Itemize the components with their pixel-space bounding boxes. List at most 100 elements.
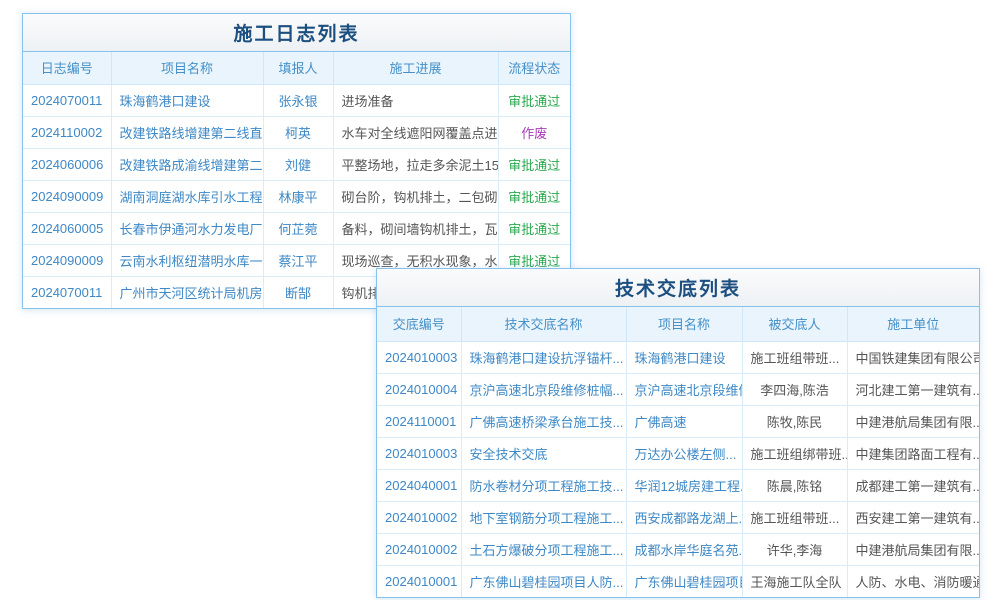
unit-cell: 中建港航局集团有限... (847, 405, 979, 437)
receiver-cell: 李四海,陈浩 (742, 373, 847, 405)
progress-cell: 进场准备 (333, 84, 498, 116)
reporter-cell: 林康平 (263, 180, 333, 212)
log-id-cell[interactable]: 2024090009 (23, 244, 111, 276)
status-badge: 作废 (498, 116, 570, 148)
table-row: 2024010003 珠海鹤港口建设抗浮锚杆... 珠海鹤港口建设 施工班组带班… (377, 341, 979, 373)
disclosure-name-cell[interactable]: 广佛高速桥梁承台施工技... (461, 405, 626, 437)
log-id-cell[interactable]: 2024070011 (23, 276, 111, 308)
disclosure-name-cell[interactable]: 地下室钢筋分项工程施工... (461, 501, 626, 533)
project-cell[interactable]: 西安成都路龙湖上... (626, 501, 742, 533)
receiver-cell: 施工班组带班... (742, 501, 847, 533)
log-id-cell[interactable]: 2024090009 (23, 180, 111, 212)
unit-cell: 人防、水电、消防暖通... (847, 565, 979, 597)
tech-disclosure-panel: 技术交底列表 交底编号 技术交底名称 项目名称 被交底人 施工单位 202401… (376, 268, 980, 598)
status-badge: 审批通过 (498, 212, 570, 244)
project-cell[interactable]: 华润12城房建工程... (626, 469, 742, 501)
receiver-cell: 王海施工队全队 (742, 565, 847, 597)
table-row: 2024090009 湖南洞庭湖水库引水工程... 林康平 砌台阶，钩机排土，二… (23, 180, 570, 212)
log-id-cell[interactable]: 2024060005 (23, 212, 111, 244)
table-row: 2024010001 广东佛山碧桂园项目人防... 广东佛山碧桂园项目 王海施工… (377, 565, 979, 597)
construction-log-title: 施工日志列表 (23, 14, 570, 52)
project-cell[interactable]: 改建铁路成渝线增建第二... (111, 148, 263, 180)
table-row: 2024060005 长春市伊通河水力发电厂... 何芷菀 备料，砌间墙钩机排土… (23, 212, 570, 244)
disclosure-name-cell[interactable]: 安全技术交底 (461, 437, 626, 469)
disclosure-name-cell[interactable]: 防水卷材分项工程施工技... (461, 469, 626, 501)
reporter-cell: 刘健 (263, 148, 333, 180)
unit-cell: 中国铁建集团有限公司 (847, 341, 979, 373)
disclosure-id-cell[interactable]: 2024010002 (377, 533, 461, 565)
disclosure-name-cell[interactable]: 广东佛山碧桂园项目人防... (461, 565, 626, 597)
progress-cell: 砌台阶，钩机排土，二包砌... (333, 180, 498, 212)
construction-log-panel: 施工日志列表 日志编号 项目名称 填报人 施工进展 流程状态 202407001… (22, 13, 571, 309)
project-cell[interactable]: 广州市天河区统计局机房... (111, 276, 263, 308)
reporter-cell: 柯英 (263, 116, 333, 148)
reporter-cell: 张永银 (263, 84, 333, 116)
header-receiver: 被交底人 (742, 307, 847, 341)
disclosure-id-cell[interactable]: 2024010003 (377, 437, 461, 469)
reporter-cell: 蔡江平 (263, 244, 333, 276)
header-log-id: 日志编号 (23, 52, 111, 84)
header-disclosure-name: 技术交底名称 (461, 307, 626, 341)
header-reporter: 填报人 (263, 52, 333, 84)
table-row: 2024010003 安全技术交底 万达办公楼左侧... 施工班组绑带班... … (377, 437, 979, 469)
table-row: 2024070011 珠海鹤港口建设 张永银 进场准备 审批通过 (23, 84, 570, 116)
table-row: 2024060006 改建铁路成渝线增建第二... 刘健 平整场地，拉走多余泥土… (23, 148, 570, 180)
disclosure-id-cell[interactable]: 2024010002 (377, 501, 461, 533)
project-cell[interactable]: 珠海鹤港口建设 (111, 84, 263, 116)
progress-cell: 备料，砌间墙钩机排土，瓦... (333, 212, 498, 244)
progress-cell: 平整场地，拉走多余泥土15... (333, 148, 498, 180)
status-badge: 审批通过 (498, 148, 570, 180)
disclosure-id-cell[interactable]: 2024010004 (377, 373, 461, 405)
disclosure-id-cell[interactable]: 2024010001 (377, 565, 461, 597)
table-row: 2024010002 地下室钢筋分项工程施工... 西安成都路龙湖上... 施工… (377, 501, 979, 533)
project-cell[interactable]: 湖南洞庭湖水库引水工程... (111, 180, 263, 212)
project-cell[interactable]: 珠海鹤港口建设 (626, 341, 742, 373)
disclosure-name-cell[interactable]: 珠海鹤港口建设抗浮锚杆... (461, 341, 626, 373)
table-row: 2024010004 京沪高速北京段维修桩幅... 京沪高速北京段维修 李四海,… (377, 373, 979, 405)
table-row: 2024110002 改建铁路线增建第二线直... 柯英 水车对全线遮阳网覆盖点… (23, 116, 570, 148)
table-row: 2024010002 土石方爆破分项工程施工... 成都水岸华庭名苑... 许华… (377, 533, 979, 565)
header-disclosure-id: 交底编号 (377, 307, 461, 341)
log-id-cell[interactable]: 2024060006 (23, 148, 111, 180)
receiver-cell: 陈晨,陈铭 (742, 469, 847, 501)
unit-cell: 中建集团路面工程有... (847, 437, 979, 469)
status-badge: 审批通过 (498, 180, 570, 212)
reporter-cell: 何芷菀 (263, 212, 333, 244)
disclosure-name-cell[interactable]: 土石方爆破分项工程施工... (461, 533, 626, 565)
table-row: 2024040001 防水卷材分项工程施工技... 华润12城房建工程... 陈… (377, 469, 979, 501)
project-cell[interactable]: 广东佛山碧桂园项目 (626, 565, 742, 597)
progress-cell: 水车对全线遮阳网覆盖点进... (333, 116, 498, 148)
project-cell[interactable]: 长春市伊通河水力发电厂... (111, 212, 263, 244)
header-unit: 施工单位 (847, 307, 979, 341)
header-project-name: 项目名称 (626, 307, 742, 341)
log-header-row: 日志编号 项目名称 填报人 施工进展 流程状态 (23, 52, 570, 84)
log-id-cell[interactable]: 2024110002 (23, 116, 111, 148)
project-cell[interactable]: 改建铁路线增建第二线直... (111, 116, 263, 148)
disclosure-header-row: 交底编号 技术交底名称 项目名称 被交底人 施工单位 (377, 307, 979, 341)
receiver-cell: 陈牧,陈民 (742, 405, 847, 437)
project-cell[interactable]: 广佛高速 (626, 405, 742, 437)
project-cell[interactable]: 成都水岸华庭名苑... (626, 533, 742, 565)
header-project-name: 项目名称 (111, 52, 263, 84)
log-id-cell[interactable]: 2024070011 (23, 84, 111, 116)
disclosure-id-cell[interactable]: 2024040001 (377, 469, 461, 501)
unit-cell: 河北建工第一建筑有... (847, 373, 979, 405)
header-status: 流程状态 (498, 52, 570, 84)
unit-cell: 西安建工第一建筑有... (847, 501, 979, 533)
disclosure-id-cell[interactable]: 2024010003 (377, 341, 461, 373)
project-cell[interactable]: 云南水利枢纽潜明水库一... (111, 244, 263, 276)
disclosure-name-cell[interactable]: 京沪高速北京段维修桩幅... (461, 373, 626, 405)
tech-disclosure-table: 交底编号 技术交底名称 项目名称 被交底人 施工单位 2024010003 珠海… (377, 307, 979, 597)
tech-disclosure-title: 技术交底列表 (377, 269, 979, 307)
table-row: 2024110001 广佛高速桥梁承台施工技... 广佛高速 陈牧,陈民 中建港… (377, 405, 979, 437)
unit-cell: 中建港航局集团有限... (847, 533, 979, 565)
project-cell[interactable]: 万达办公楼左侧... (626, 437, 742, 469)
status-badge: 审批通过 (498, 84, 570, 116)
project-cell[interactable]: 京沪高速北京段维修 (626, 373, 742, 405)
unit-cell: 成都建工第一建筑有... (847, 469, 979, 501)
disclosure-id-cell[interactable]: 2024110001 (377, 405, 461, 437)
reporter-cell: 断郜 (263, 276, 333, 308)
header-progress: 施工进展 (333, 52, 498, 84)
receiver-cell: 许华,李海 (742, 533, 847, 565)
receiver-cell: 施工班组带班... (742, 341, 847, 373)
